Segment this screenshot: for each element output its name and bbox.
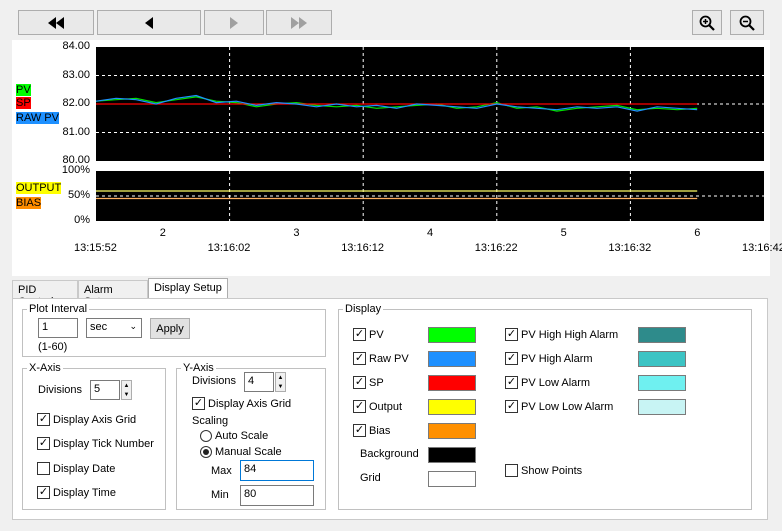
tab-alarm-setup[interactable]: Alarm Setup: [78, 280, 148, 308]
y-divisions-input[interactable]: 4: [244, 372, 274, 392]
zoom-in-icon: [699, 15, 715, 31]
alarm-item-pv-high-alarm[interactable]: ✓ PV High Alarm: [505, 352, 593, 365]
right-arrow-icon: [230, 16, 238, 29]
legend-pv: PV: [16, 84, 31, 96]
color-swatch-sp[interactable]: [428, 375, 476, 391]
pv-y-tick-0: 84.00: [62, 40, 90, 52]
apply-button[interactable]: Apply: [150, 318, 190, 339]
display-item-background[interactable]: Background: [360, 448, 419, 460]
plot-interval-unit: sec: [90, 321, 108, 333]
tab-pid-control[interactable]: PID Control: [12, 280, 78, 308]
x-time-label-3: 13:16:22: [474, 242, 518, 254]
x-display-time[interactable]: ✓ Display Time: [37, 486, 116, 499]
alarm-item-pv-high-high-alarm[interactable]: ✓ PV High High Alarm: [505, 328, 618, 341]
color-swatch-bias[interactable]: [428, 423, 476, 439]
max-input[interactable]: 84: [240, 460, 314, 481]
manual-scale-radio[interactable]: Manual Scale: [200, 446, 282, 458]
legend-sp: SP: [16, 97, 31, 109]
alarm-color-swatch-1[interactable]: [638, 351, 686, 367]
x-display-axis-grid[interactable]: ✓ Display Axis Grid: [37, 413, 136, 426]
x-divisions-spinner[interactable]: ▲ ▼: [121, 380, 132, 400]
x-tick-number-0: 2: [159, 227, 166, 239]
prev-button[interactable]: [97, 10, 201, 35]
x-axis-legend: X-Axis: [29, 362, 61, 374]
plot-interval-range: (1-60): [38, 341, 68, 353]
x-tick-number-1: 3: [293, 227, 300, 239]
x-divisions-input[interactable]: 5: [90, 380, 120, 400]
x-time-label-4: 13:16:32: [608, 242, 652, 254]
legend-output: OUTPUT: [16, 182, 62, 194]
x-divisions-label: Divisions: [38, 384, 83, 396]
display-item-bias[interactable]: ✓ Bias: [353, 424, 390, 437]
plot-interval-unit-select[interactable]: sec ⌄: [86, 318, 142, 338]
alarm-item-pv-low-alarm[interactable]: ✓ PV Low Alarm: [505, 376, 590, 389]
chevron-down-icon: ⌄: [129, 321, 137, 331]
display-item-sp[interactable]: ✓ SP: [353, 376, 384, 389]
alarm-color-swatch-3[interactable]: [638, 399, 686, 415]
pv-y-tick-2: 82.00: [62, 97, 90, 109]
color-swatch-pv[interactable]: [428, 327, 476, 343]
min-input[interactable]: 80: [240, 485, 314, 506]
alarm-color-swatch-2[interactable]: [638, 375, 686, 391]
color-swatch-output[interactable]: [428, 399, 476, 415]
x-display-tick-number[interactable]: ✓ Display Tick Number: [37, 437, 154, 450]
alarm-color-swatch-0[interactable]: [638, 327, 686, 343]
double-right-arrow-icon: [291, 16, 307, 29]
x-time-label-2: 13:16:12: [341, 242, 385, 254]
alarm-item-pv-low-low-alarm[interactable]: ✓ PV Low Low Alarm: [505, 400, 613, 413]
auto-scale-radio[interactable]: Auto Scale: [200, 430, 268, 442]
zoom-out-button[interactable]: [730, 10, 764, 35]
display-item-raw-pv[interactable]: ✓ Raw PV: [353, 352, 409, 365]
output-y-tick-0: 100%: [61, 164, 90, 176]
display-legend: Display: [345, 303, 382, 315]
max-label: Max: [211, 465, 232, 477]
pv-plot: [96, 47, 764, 161]
zoom-in-button[interactable]: [692, 10, 722, 35]
y-axis-legend: Y-Axis: [183, 362, 214, 374]
legend-bias: BIAS: [16, 197, 42, 209]
display-item-output[interactable]: ✓ Output: [353, 400, 402, 413]
plot-interval-legend: Plot Interval: [29, 303, 88, 315]
y-display-axis-grid[interactable]: ✓ Display Axis Grid: [192, 397, 291, 410]
first-button[interactable]: [18, 10, 94, 35]
show-points-checkbox[interactable]: Show Points: [505, 464, 582, 477]
pv-y-tick-3: 81.00: [62, 125, 90, 138]
double-left-arrow-icon: [48, 16, 64, 29]
color-swatch-background[interactable]: [428, 447, 476, 463]
scaling-label: Scaling: [192, 415, 229, 427]
output-plot: [96, 171, 764, 221]
x-display-date[interactable]: Display Date: [37, 462, 115, 475]
display-item-grid[interactable]: Grid: [360, 472, 381, 484]
output-y-tick-2: 0%: [74, 214, 90, 226]
color-swatch-raw-pv[interactable]: [428, 351, 476, 367]
x-tick-number-3: 5: [560, 227, 567, 239]
x-time-label-0: 13:15:52: [74, 242, 117, 254]
x-tick-number-4: 6: [694, 227, 701, 239]
zoom-out-icon: [739, 15, 755, 31]
display-item-pv[interactable]: ✓ PV: [353, 328, 384, 341]
plot-interval-input[interactable]: 1: [38, 318, 78, 338]
y-divisions-spinner[interactable]: ▲ ▼: [275, 372, 286, 392]
last-button[interactable]: [266, 10, 332, 35]
y-divisions-label: Divisions: [192, 375, 237, 387]
next-button[interactable]: [204, 10, 264, 35]
tab-display-setup[interactable]: Display Setup: [148, 278, 228, 300]
pv-y-tick-1: 83.00: [62, 68, 90, 81]
min-label: Min: [211, 489, 229, 501]
x-tick-number-2: 4: [427, 227, 434, 239]
x-time-label-1: 13:16:02: [207, 242, 251, 254]
legend-raw-pv: RAW PV: [16, 112, 59, 124]
left-arrow-icon: [145, 16, 153, 29]
x-time-label-5: 13:16:42: [742, 242, 782, 254]
color-swatch-grid[interactable]: [428, 471, 476, 487]
